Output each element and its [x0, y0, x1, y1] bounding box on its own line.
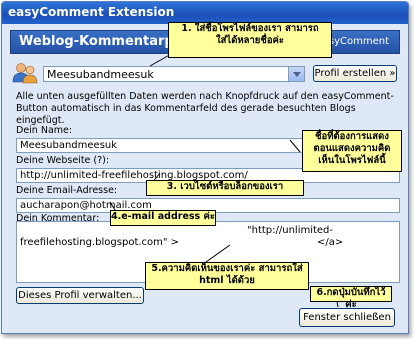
note-2-line-3: เห็นในโพรไฟล์นี้	[318, 155, 386, 166]
note-profile-name: 1. ใส่ชื่อโพรไฟล์ของเรา สามารถ ใส่ได้หลา…	[168, 22, 332, 58]
note-5-line-1: 5.ความคิดเห็นของเราค่ะ สามารถใส่	[151, 263, 303, 274]
note-website: 3. เวบไซต์หรือบล็อกของเรา	[146, 180, 304, 196]
note-1-line-1: 1. ใส่ชื่อโพรไฟล์ของเรา สามารถ	[181, 23, 319, 34]
note-comment: 5.ความคิดเห็นของเราค่ะ สามารถใส่ html ได…	[145, 262, 309, 290]
note-1-line-2: ใส่ได้หลายชื่อค่ะ	[216, 35, 284, 46]
note-display-name: ชื่อที่ต้องการแสดง ตอนแสดงความคิด เห็นใน…	[302, 130, 402, 172]
note-email: 4.e-mail address ค่ะ	[110, 210, 216, 226]
note-save: 6.กดปุ่มบันทึกไว้ค่ะ	[310, 286, 392, 310]
note-2-line-2: ตอนแสดงความคิด	[313, 143, 391, 154]
note-5-line-2: html ได้ด้วย	[199, 275, 255, 286]
note-2-line-1: ชื่อที่ต้องการแสดง	[315, 131, 389, 142]
